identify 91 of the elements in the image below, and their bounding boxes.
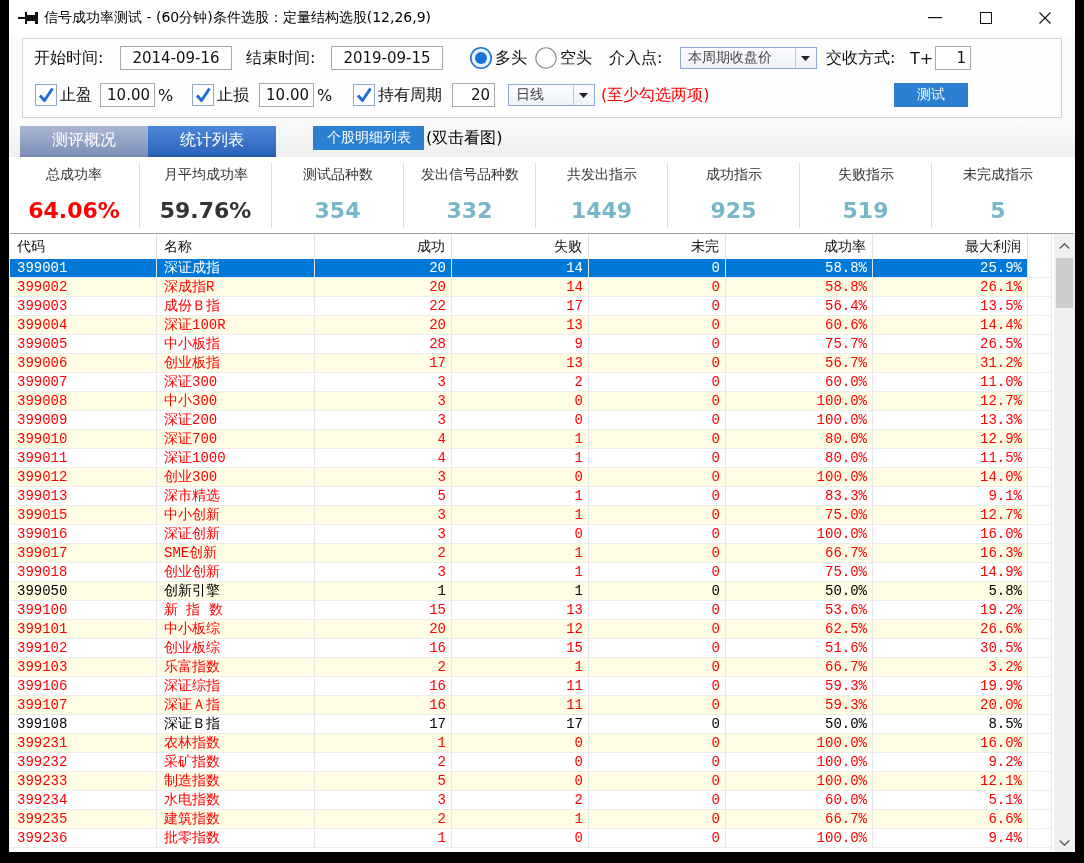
stat-label: 测试品种数 [302, 165, 373, 183]
table-row[interactable]: 399100 新 指 数 15 13 0 53.6% 19.2% [10, 601, 1028, 620]
field-label: 开始时间: [34, 47, 105, 69]
table-row[interactable]: 399236 批零指数 1 0 0 100.0% 9.4% [10, 829, 1028, 848]
stat-value: 1449 [570, 198, 633, 224]
field-label: 交收方式: [826, 47, 897, 69]
table-cell: 399236 [10, 829, 157, 848]
table-row[interactable]: 399018 创业创新 3 1 0 75.0% 14.9% [10, 563, 1028, 582]
stat-value: 332 [446, 198, 493, 224]
table-row[interactable]: 399107 深证Ａ指 16 11 0 59.3% 20.0% [10, 696, 1028, 715]
stat-value: 59.76% [159, 198, 252, 224]
test-button[interactable]: 测试 [894, 83, 968, 107]
field-label: 介入点: [609, 47, 664, 69]
stat-value: 64.06% [28, 198, 120, 224]
stat-label: 总成功率 [46, 165, 102, 183]
table-row[interactable]: 399017 SME创新 2 1 0 66.7% 16.3% [10, 544, 1028, 563]
stat-label: 共发出指示 [566, 165, 637, 183]
entry-dropdown[interactable]: 本周期收盘价 [680, 47, 817, 69]
tab[interactable]: 统计列表 [148, 126, 276, 157]
app-icon [18, 11, 38, 25]
table-row[interactable]: 399002 深成指R 20 14 0 58.8% 26.1% [10, 278, 1028, 297]
tab[interactable]: 测评概况 [20, 126, 148, 157]
table-row[interactable]: 399013 深市精选 5 1 0 83.3% 9.1% [10, 487, 1028, 506]
table-row[interactable]: 399103 乐富指数 2 1 0 66.7% 3.2% [10, 658, 1028, 677]
table-row[interactable]: 399006 创业板指 17 13 0 56.7% 31.2% [10, 354, 1028, 373]
table-row[interactable]: 399010 深证700 4 1 0 80.0% 12.9% [10, 430, 1028, 449]
table-cell: 0 [452, 829, 589, 848]
table-row[interactable]: 399008 中小300 3 0 0 100.0% 12.7% [10, 392, 1028, 411]
table-row[interactable]: 399102 创业板综 16 15 0 51.6% 30.5% [10, 639, 1028, 658]
percent-field[interactable]: 10.00 [259, 83, 314, 107]
date-field[interactable]: 2014-09-16 [120, 46, 232, 70]
table-row[interactable]: 399011 深证1000 4 1 0 80.0% 11.5% [10, 449, 1028, 468]
table-row[interactable]: 399009 深证200 3 0 0 100.0% 13.3% [10, 411, 1028, 430]
scroll-up-icon[interactable] [1058, 243, 1070, 249]
maximize-icon[interactable] [980, 12, 992, 24]
stat-value: 354 [314, 198, 361, 224]
table-row[interactable]: 399005 中小板指 28 9 0 75.7% 26.5% [10, 335, 1028, 354]
number-field[interactable]: 1 [935, 46, 971, 70]
table-cell: 0 [589, 829, 726, 848]
table-row[interactable]: 399235 建筑指数 2 1 0 66.7% 6.6% [10, 810, 1028, 829]
table-row[interactable]: 399234 水电指数 3 2 0 60.0% 5.1% [10, 791, 1028, 810]
table-row[interactable]: 399015 中小创新 3 1 0 75.0% 12.7% [10, 506, 1028, 525]
table-row[interactable]: 399101 中小板综 20 12 0 62.5% 26.6% [10, 620, 1028, 639]
stat-label: 成功指示 [705, 165, 762, 183]
caret-icon [579, 92, 588, 98]
table-row[interactable]: 399232 采矿指数 2 0 0 100.0% 9.2% [10, 753, 1028, 772]
stat-label: 未完成指示 [963, 165, 1033, 183]
stat-value: 925 [710, 198, 757, 224]
table-row[interactable]: 399233 制造指数 5 0 0 100.0% 12.1% [10, 772, 1028, 791]
unit-label: % [317, 85, 331, 105]
detail-list-button[interactable]: 个股明细列表 [313, 126, 424, 150]
table-cell: 1 [315, 829, 452, 848]
table-row[interactable]: 399016 深证创新 3 0 0 100.0% 16.0% [10, 525, 1028, 544]
stat-value: 5 [990, 198, 1006, 224]
radio-option[interactable]: 空头 [535, 47, 597, 69]
stat-label: 发出信号品种数 [420, 165, 519, 183]
date-field[interactable]: 2019-09-15 [331, 46, 443, 70]
table-row[interactable]: 399050 创新引擎 1 1 0 50.0% 5.8% [10, 582, 1028, 601]
table-cell: 批零指数 [157, 829, 315, 848]
scrollbar-thumb[interactable] [1055, 258, 1073, 308]
stat-value: 519 [842, 198, 889, 224]
table-row[interactable]: 399007 深证300 3 2 0 60.0% 11.0% [10, 373, 1028, 392]
period-dropdown[interactable]: 日线 [508, 84, 595, 106]
window-title: 信号成功率测试 - (60分钟)条件选股：定量结构选股(12,26,9) [44, 9, 432, 27]
table-cell: 100.0% [726, 829, 873, 848]
table-row[interactable]: 399003 成份Ｂ指 22 17 0 56.4% 13.5% [10, 297, 1028, 316]
hint-text: (双击看图) [426, 126, 503, 149]
selected-table-row[interactable]: 399001 深证成指 20 14 0 58.8% 25.9% [10, 259, 1028, 278]
table-row[interactable]: 399108 深证Ｂ指 17 17 0 50.0% 8.5% [10, 715, 1028, 734]
scrollbar[interactable] [1054, 234, 1074, 852]
percent-field[interactable]: 10.00 [100, 83, 155, 107]
field-label: T+ [910, 48, 935, 68]
close-icon[interactable] [1039, 12, 1051, 24]
caret-icon [801, 55, 810, 61]
hint-text: (至少勾选两项) [601, 84, 710, 106]
table-row[interactable]: 399004 深证100R 20 13 0 60.6% 14.4% [10, 316, 1028, 335]
stat-label: 月平均成功率 [163, 165, 248, 183]
checkbox-option[interactable]: 止盈 [35, 84, 100, 106]
table-row[interactable]: 399106 深证综指 16 11 0 59.3% 19.9% [10, 677, 1028, 696]
period-field[interactable]: 20 [452, 83, 495, 107]
table-cell: 9.4% [873, 829, 1028, 848]
checkbox-option[interactable]: 持有周期 [353, 84, 452, 106]
checkbox-option[interactable]: 止损 [192, 84, 259, 106]
field-label: 结束时间: [246, 47, 317, 69]
radio-option[interactable]: 多头 [470, 47, 533, 69]
scroll-down-icon[interactable] [1058, 840, 1070, 846]
minimize-icon[interactable] [928, 17, 942, 19]
unit-label: % [158, 85, 172, 105]
table-row[interactable]: 399012 创业300 3 0 0 100.0% 14.0% [10, 468, 1028, 487]
stat-label: 失败指示 [837, 165, 894, 183]
table-row[interactable]: 399231 农林指数 1 0 0 100.0% 16.0% [10, 734, 1028, 753]
